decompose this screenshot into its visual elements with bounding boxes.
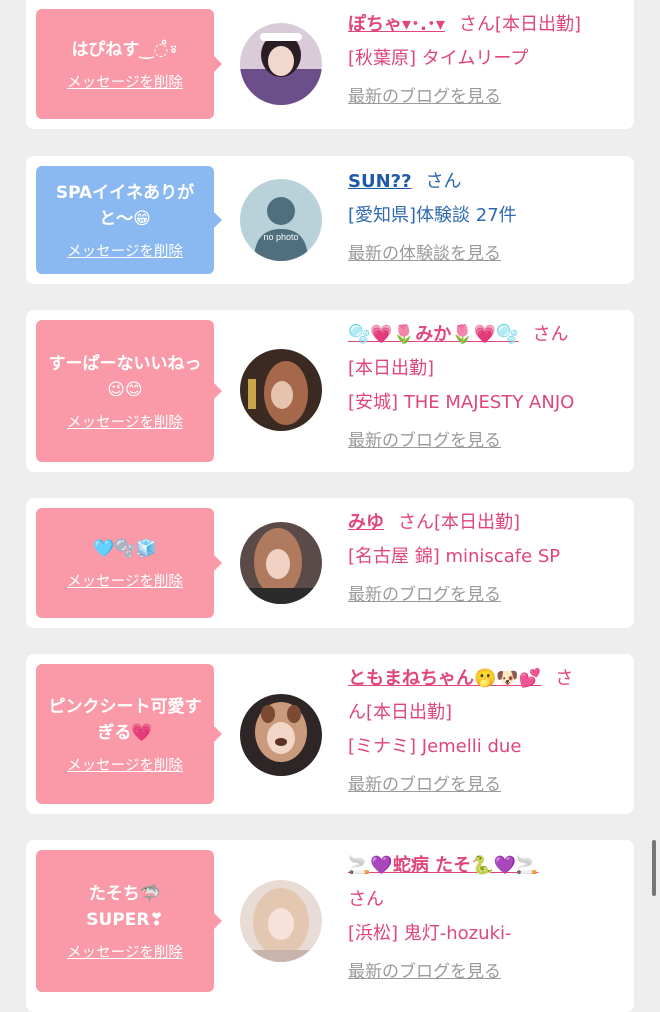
shop-text: [浜松] 鬼灯-hozuki- [348,923,512,944]
message-text: SPAイイネありがと〜😁 [55,182,195,229]
user-info: ぽちゃ▾･.･▾ さん[本日出勤] [秋葉原] タイムリープ 最新のブログを見る [348,8,624,114]
message-card: たそち🦈 SUPER❣ メッセージを削除 🚬💜蛇病 たそ🐍💜🚬 さん [浜松] … [26,840,634,1012]
avatar[interactable] [240,349,322,431]
message-card: 🩵🫧🧊 メッセージを削除 みゆ さん[本日出勤] [名古屋 錦] miniscaf… [26,498,634,628]
status-text: [本日出勤] [348,358,435,379]
honorific: さん [348,889,384,910]
delete-message-link[interactable]: メッセージを削除 [67,941,183,962]
user-info: みゆ さん[本日出勤] [名古屋 錦] miniscafe SP 最新のブログを見… [348,506,624,612]
avatar[interactable] [240,522,322,604]
message-bubble: はぴねす‿◌̊⍤ メッセージを削除 [36,9,222,119]
latest-blog-link[interactable]: 最新のブログを見る [348,424,624,458]
avatar[interactable] [240,23,322,105]
message-bubble: ピンクシート可愛すぎる💗 メッセージを削除 [36,664,222,804]
message-card: ピンクシート可愛すぎる💗 メッセージを削除 ともまねちゃん🫢🐶💕 さ ん[本日出勤… [26,654,634,814]
shop-text: [安城] THE MAJESTY ANJO [348,392,575,413]
delete-message-link[interactable]: メッセージを削除 [67,240,183,261]
delete-message-link[interactable]: メッセージを削除 [67,570,183,591]
avatar[interactable]: no photo [240,179,322,261]
message-bubble: すーぱーないいねっ😉😊 メッセージを削除 [36,320,222,462]
message-text: 🩵🫧🧊 [93,538,157,559]
latest-blog-link[interactable]: 最新のブログを見る [348,955,624,989]
honorific: さ [555,668,574,689]
user-name-link[interactable]: 🫧💗🌷みか🌷💗🫧 [348,324,518,345]
shop-text: [ミナミ] Jemelli due [348,736,522,757]
user-info: ともまねちゃん🫢🐶💕 さ ん[本日出勤] [ミナミ] Jemelli due 最新… [348,662,624,802]
latest-blog-link[interactable]: 最新のブログを見る [348,578,624,612]
honorific: さん [398,512,434,533]
shop-text: [名古屋 錦] miniscafe SP [348,546,561,567]
user-info: 🫧💗🌷みか🌷💗🫧 さん [本日出勤] [安城] THE MAJESTY ANJO … [348,318,624,458]
message-text: たそち🦈 SUPER❣ [86,883,164,930]
honorific: さん [458,14,495,35]
review-count-text: [愛知県]体験談 27件 [348,205,517,226]
user-name-link[interactable]: みゆ [348,512,384,533]
user-name-link[interactable]: SUN?? [348,171,412,192]
message-bubble: SPAイイネありがと〜😁 メッセージを削除 [36,166,222,274]
latest-review-link[interactable]: 最新の体験談を見る [348,237,624,271]
status-text: [本日出勤] [494,14,581,35]
message-card: すーぱーないいねっ😉😊 メッセージを削除 🫧💗🌷みか🌷💗🫧 さん [本日出勤] [… [26,310,634,472]
message-card: SPAイイネありがと〜😁 メッセージを削除 no photo SUN?? さん [… [26,156,634,284]
user-info: SUN?? さん [愛知県]体験談 27件 最新の体験談を見る [348,165,624,271]
shop-text: [秋葉原] タイムリープ [348,48,529,69]
delete-message-link[interactable]: メッセージを削除 [67,754,183,775]
delete-message-link[interactable]: メッセージを削除 [67,411,183,432]
user-name-link[interactable]: ともまねちゃん🫢🐶💕 [348,668,541,689]
delete-message-link[interactable]: メッセージを削除 [67,71,183,92]
message-text: はぴねす‿◌̊⍤ [71,39,179,60]
message-text: すーぱーないいねっ😉😊 [48,353,202,400]
honorific: さん [425,171,462,192]
message-card: はぴねす‿◌̊⍤ メッセージを削除 ぽちゃ▾･.･▾ さん[本日出勤] [秋葉原]… [26,0,634,129]
avatar[interactable] [240,694,322,776]
user-info: 🚬💜蛇病 たそ🐍💜🚬 さん [浜松] 鬼灯-hozuki- 最新のブログを見る [348,849,624,989]
scrollbar[interactable] [652,840,656,896]
status-text: ん[本日出勤] [348,702,453,723]
avatar[interactable] [240,880,322,962]
no-photo-label: no photo [263,232,298,242]
latest-blog-link[interactable]: 最新のブログを見る [348,80,624,114]
message-text: ピンクシート可愛すぎる💗 [48,696,202,743]
latest-blog-link[interactable]: 最新のブログを見る [348,768,624,802]
user-name-link[interactable]: 🚬💜蛇病 たそ🐍💜🚬 [348,855,538,876]
message-bubble: たそち🦈 SUPER❣ メッセージを削除 [36,850,222,992]
user-name-link[interactable]: ぽちゃ▾･.･▾ [348,14,445,35]
status-text: [本日出勤] [434,512,521,533]
honorific: さん [532,324,569,345]
message-bubble: 🩵🫧🧊 メッセージを削除 [36,508,222,618]
